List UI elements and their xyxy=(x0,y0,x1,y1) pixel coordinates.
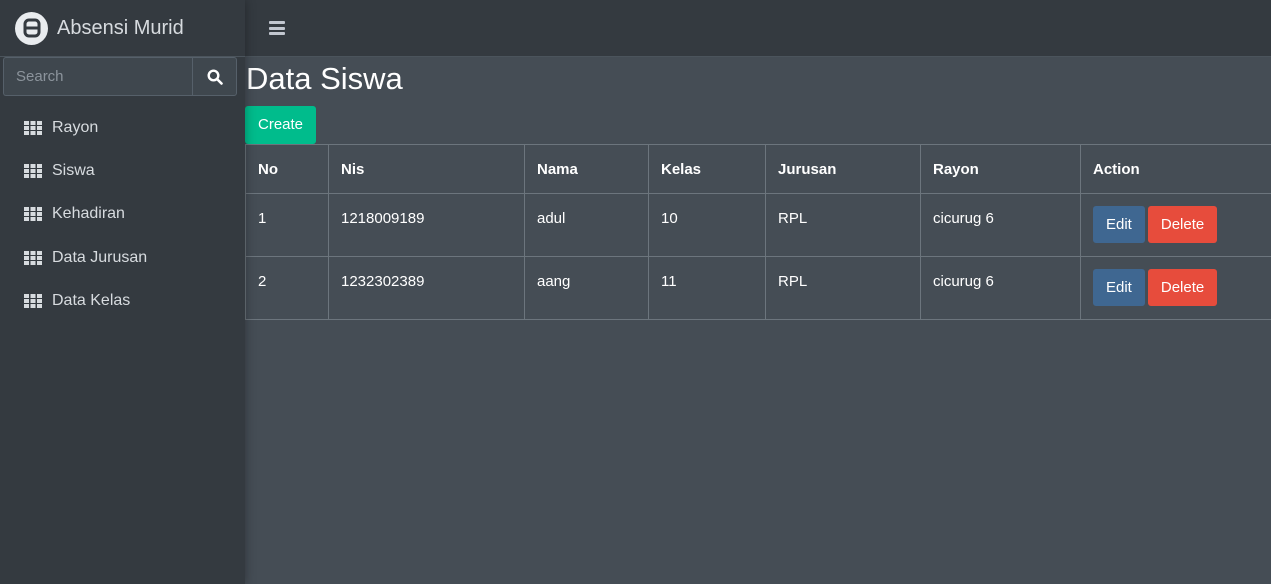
cell-jurusan: RPL xyxy=(765,256,921,320)
main-content: Data Siswa Create No Nis Nama Kelas Juru… xyxy=(245,57,1271,320)
cell-rayon: cicurug 6 xyxy=(920,193,1081,257)
table-row: 2 1232302389 aang 11 RPL cicurug 6 Edit D… xyxy=(245,256,1271,320)
table-grid-icon xyxy=(24,120,42,135)
search-icon xyxy=(206,68,223,85)
search-button[interactable] xyxy=(192,57,237,96)
column-header-jurusan: Jurusan xyxy=(765,144,921,194)
create-button[interactable]: Create xyxy=(245,106,317,144)
delete-button[interactable]: Delete xyxy=(1147,269,1218,306)
table-grid-icon xyxy=(24,293,42,308)
cell-nis: 1232302389 xyxy=(328,256,525,320)
sidebar-item-kehadiran[interactable]: Kehadiran xyxy=(0,193,245,236)
search-input[interactable] xyxy=(3,57,192,96)
delete-button[interactable]: Delete xyxy=(1147,206,1218,243)
cell-no: 1 xyxy=(245,193,329,257)
cell-nama: aang xyxy=(524,256,649,320)
sidebar-item-label: Data Jurusan xyxy=(52,248,148,266)
students-table: No Nis Nama Kelas Jurusan Rayon Action 1… xyxy=(245,144,1271,320)
cell-nama: adul xyxy=(524,193,649,257)
table-header-row: No Nis Nama Kelas Jurusan Rayon Action xyxy=(245,144,1271,194)
cell-action: Edit Delete xyxy=(1080,256,1271,320)
column-header-nama: Nama xyxy=(524,144,649,194)
column-header-action: Action xyxy=(1080,144,1271,194)
table-grid-icon xyxy=(24,207,42,222)
table-grid-icon xyxy=(24,250,42,265)
sidebar-item-label: Data Kelas xyxy=(52,291,131,309)
cell-nis: 1218009189 xyxy=(328,193,525,257)
sidebar-item-label: Rayon xyxy=(52,118,99,136)
column-header-rayon: Rayon xyxy=(920,144,1081,194)
cell-no: 2 xyxy=(245,256,329,320)
sidebar-item-label: Kehadiran xyxy=(52,205,125,223)
cell-action: Edit Delete xyxy=(1080,193,1271,257)
edit-button[interactable]: Edit xyxy=(1093,269,1145,306)
column-header-no: No xyxy=(245,144,329,194)
brand[interactable]: Absensi Murid xyxy=(0,0,245,57)
sidebar-search xyxy=(0,57,245,97)
page-title: Data Siswa xyxy=(246,61,403,96)
top-navbar xyxy=(245,0,1271,57)
table-grid-icon xyxy=(24,163,42,178)
sidebar: Absensi Murid Rayon xyxy=(0,0,245,584)
sidebar-item-siswa[interactable]: Siswa xyxy=(0,149,245,192)
column-header-nis: Nis xyxy=(328,144,525,194)
cell-jurusan: RPL xyxy=(765,193,921,257)
cell-kelas: 11 xyxy=(648,256,766,320)
sidebar-nav: Rayon Siswa Kehadiran Data Jurusan Data … xyxy=(0,106,245,322)
column-header-kelas: Kelas xyxy=(648,144,766,194)
sidebar-item-data-kelas[interactable]: Data Kelas xyxy=(0,279,245,322)
sidebar-item-rayon[interactable]: Rayon xyxy=(0,106,245,149)
cell-kelas: 10 xyxy=(648,193,766,257)
edit-button[interactable]: Edit xyxy=(1093,206,1145,243)
menu-toggle-icon[interactable] xyxy=(269,21,285,35)
table-row: 1 1218009189 adul 10 RPL cicurug 6 Edit D… xyxy=(245,193,1271,257)
brand-name: Absensi Murid xyxy=(57,16,184,39)
app-root: Absensi Murid Rayon xyxy=(0,0,1271,584)
cell-rayon: cicurug 6 xyxy=(920,256,1081,320)
sidebar-item-data-jurusan[interactable]: Data Jurusan xyxy=(0,236,245,279)
sidebar-item-label: Siswa xyxy=(52,161,95,179)
brand-logo-icon xyxy=(15,11,48,45)
